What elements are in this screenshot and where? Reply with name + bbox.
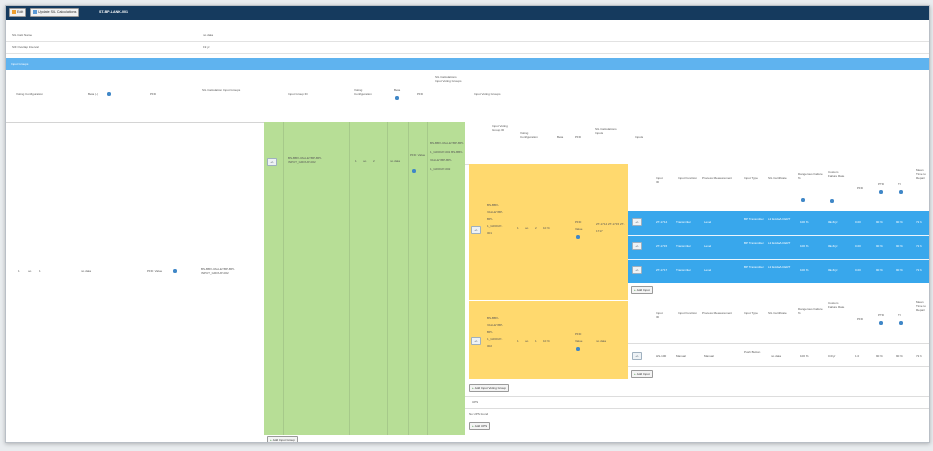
refresh-icon: [33, 10, 37, 15]
voting-group-row-2: +/- BS-BBV-VALLEYBP-BPI-1_GROUP-002 1 oo…: [469, 301, 628, 379]
voting-groups-list: BS-BBV-VALLEYBP-BPI-1_GROUP-001 BS-BBV-V…: [430, 141, 464, 171]
divider: [283, 122, 284, 435]
inputs-table: +/- ZT-1714 Transmitter Level BP Transmi…: [628, 211, 929, 283]
info-row-sif-overlap-interval: SIF Overlap Interval 19 yr: [6, 42, 929, 54]
info-icon: [899, 190, 903, 194]
info-icon: [879, 321, 883, 325]
expand-input-button[interactable]: +/-: [632, 352, 642, 360]
plus-icon: +: [634, 288, 636, 292]
expand-input-button[interactable]: +/-: [632, 266, 642, 274]
divider: [427, 122, 428, 435]
divider: [349, 122, 350, 435]
expand-voting-group-button[interactable]: +/-: [471, 226, 481, 234]
plus-icon: +: [472, 386, 474, 390]
plus-icon: +: [634, 372, 636, 376]
inputs-header-2: Input ID Input Function Process Measurem…: [628, 299, 929, 339]
record-title: ST-BP-LANK-001: [99, 10, 128, 14]
divider: [628, 259, 929, 260]
info-icon: [576, 347, 580, 351]
add-input-button[interactable]: +Add Input: [631, 286, 653, 294]
divider: [465, 408, 929, 409]
expand-input-button[interactable]: +/-: [632, 242, 642, 250]
table-header: Voting Configuration Beta (-) PFD SIL Ca…: [6, 70, 929, 123]
info-icon: [576, 235, 580, 239]
divider: [387, 122, 388, 435]
info-icon: [801, 198, 805, 202]
input-groups-section-bar[interactable]: Input Groups: [6, 58, 929, 70]
edit-button[interactable]: Edit: [9, 8, 27, 17]
info-icon: [107, 92, 111, 96]
ups-label: UPS: [472, 400, 479, 404]
info-row-sil-calc-name: SIL Calc Name no data: [6, 30, 929, 42]
info-icon: [879, 190, 883, 194]
add-input-button[interactable]: +Add Input: [631, 370, 653, 378]
expand-voting-group-button[interactable]: +/-: [471, 337, 481, 345]
add-input-voting-group-button[interactable]: +Add Input Voting Group: [469, 384, 509, 392]
divider: [628, 235, 929, 236]
info-icon: [412, 169, 416, 173]
sil-calc-input-groups-value: BS-BBV-VALLEYBP-BPI-INPUT_GROUP-002: [201, 267, 235, 276]
app-window: Edit Update SIL Calculations ST-BP-LANK-…: [5, 5, 930, 443]
expand-input-group-button[interactable]: +/-: [267, 158, 277, 166]
plus-icon: +: [472, 424, 474, 428]
divider: [408, 122, 409, 435]
section-title: Input Groups: [11, 62, 29, 66]
update-sil-calculations-button[interactable]: Update SIL Calculations: [30, 8, 80, 17]
input-group-row: 1 oo 1 no data PFD: Value BS-BBV-VALLEYB…: [6, 122, 264, 435]
plus-icon: +: [270, 438, 272, 442]
add-ups-button[interactable]: +Add UPS: [469, 422, 491, 430]
expand-input-button[interactable]: +/-: [632, 218, 642, 226]
inputs-header: Input ID Input Function Process Measurem…: [628, 164, 929, 210]
info-icon: [395, 96, 399, 100]
info-icon: [830, 199, 834, 203]
pencil-icon: [12, 10, 16, 15]
info-icon: [173, 269, 177, 273]
ups-value: No UPS found: [469, 412, 489, 416]
voting-group-row-1: +/- BS-BBV-VALLEYBP-BPI-1_GROUP-001 1 oo…: [469, 164, 628, 300]
info-icon: [899, 321, 903, 325]
voting-group-subheader: Input Voting Group ID Voting Configurati…: [465, 122, 929, 165]
add-input-group-button[interactable]: +Add Input Group: [267, 436, 298, 442]
input-row-manual: +/- HS-100 Manual Manual Push Button no …: [628, 343, 929, 367]
toolbar: Edit Update SIL Calculations ST-BP-LANK-…: [6, 6, 929, 20]
divider: [465, 396, 929, 397]
input-group-id: BS-BBV-VALLEYBP-BPI-INPUT_GROUP-002: [288, 156, 322, 165]
